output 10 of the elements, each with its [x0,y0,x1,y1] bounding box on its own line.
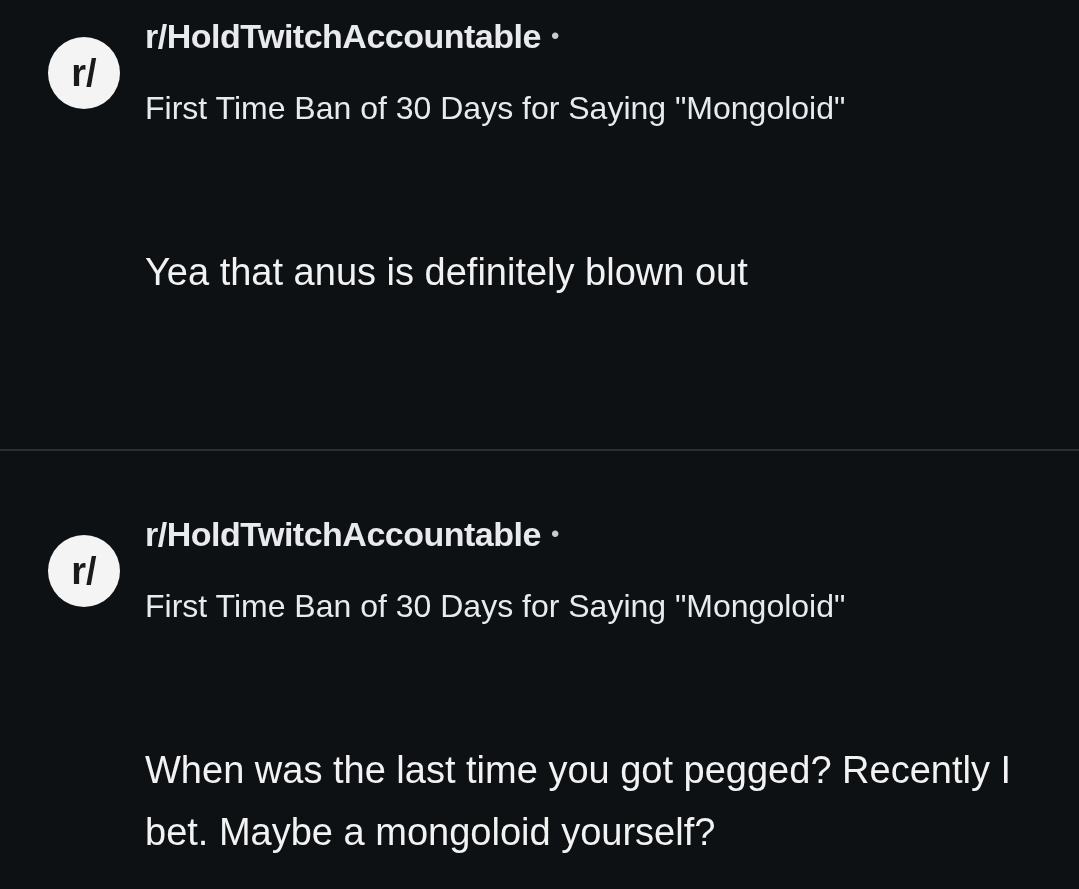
separator-dot: • [550,519,560,549]
subreddit-name[interactable]: r/HoldTwitchAccountable [145,508,541,560]
comment-body: Yea that anus is definitely blown out [145,250,749,295]
post-title[interactable]: First Time Ban of 30 Days for Saying "Mongoloid" [145,86,1025,130]
subreddit-avatar[interactable]: r/ [48,535,120,607]
comment-body: When was the last time you got pegged? Recently I bet. Maybe a mongoloid yourself? [145,748,1013,855]
subreddit-name[interactable]: r/HoldTwitchAccountable [145,10,541,62]
separator-dot: • [550,21,560,51]
post-title[interactable]: First Time Ban of 30 Days for Saying "Mongoloid" [145,584,1025,628]
subreddit-avatar[interactable]: r/ [48,37,120,109]
